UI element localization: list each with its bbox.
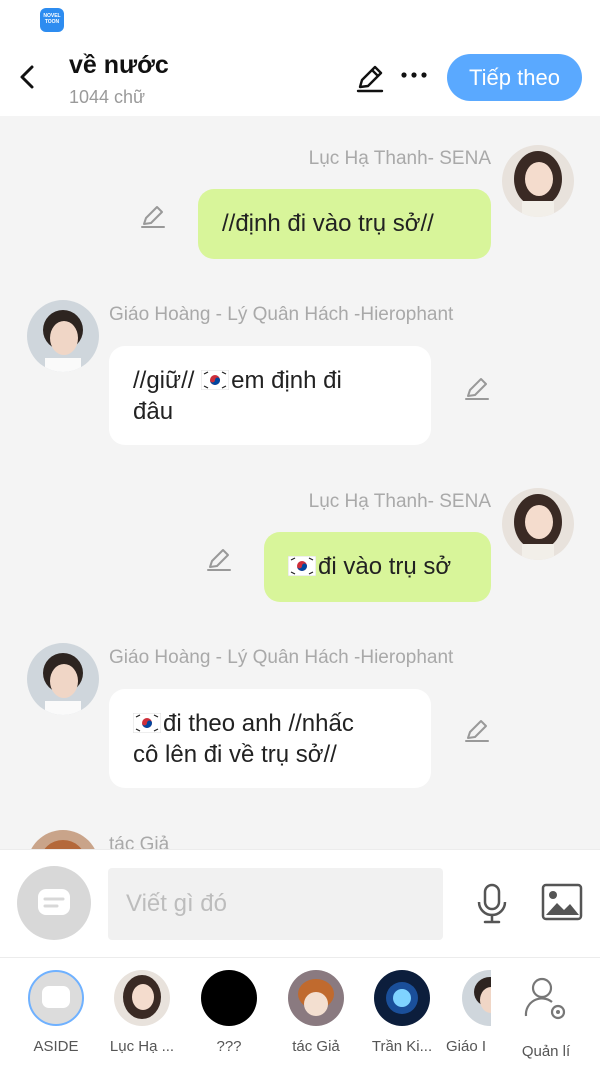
word-count: 1044 chữ	[69, 87, 146, 107]
role-manage[interactable]: Quản lí	[506, 970, 586, 1060]
avatar[interactable]	[27, 300, 99, 372]
aside-toggle-button[interactable]	[17, 866, 91, 940]
message-text: //định đi vào trụ sở//	[222, 210, 434, 237]
message-text: đi vào trụ sở	[318, 553, 452, 580]
sender-name: Giáo Hoàng - Lý Quân Hách -Hierophant	[109, 647, 454, 668]
avatar[interactable]	[27, 830, 99, 849]
novel-toon-logo: NOVEL TOON	[40, 8, 64, 32]
sender-name: tác Giả	[109, 834, 170, 849]
microphone-icon[interactable]	[474, 882, 510, 926]
chat-bubble-icon	[38, 889, 70, 915]
message-text: đi theo anh //nhấc	[133, 708, 407, 739]
role-selector: ASIDE Lục Hạ ... ??? tác Giả Trần Ki... …	[0, 957, 600, 1067]
role-author[interactable]: tác Giả	[276, 970, 356, 1055]
header: về nước 1044 chữ Tiếp theo	[0, 40, 600, 116]
pencil-icon[interactable]	[205, 545, 233, 573]
pencil-icon[interactable]	[354, 62, 386, 94]
role-giao-hoang[interactable]: Giáo I	[441, 970, 491, 1055]
chapter-title: về nước	[69, 51, 169, 79]
avatar[interactable]	[502, 145, 574, 217]
avatar[interactable]	[27, 643, 99, 715]
sender-name: Giáo Hoàng - Lý Quân Hách -Hierophant	[109, 304, 454, 325]
avatar[interactable]	[502, 488, 574, 560]
message-text: cô lên đi về trụ sở//	[133, 741, 337, 768]
role-aside[interactable]: ASIDE	[16, 970, 96, 1055]
more-options-icon[interactable]	[399, 60, 429, 90]
message-bubble[interactable]: đi theo anh //nhấc cô lên đi về trụ sở//	[109, 689, 431, 788]
sender-name: Lục Hạ Thanh- SENA	[308, 491, 491, 512]
role-tran-ki[interactable]: Trần Ki...	[362, 970, 442, 1055]
avatar	[374, 970, 430, 1026]
input-bar	[0, 849, 600, 957]
pencil-icon[interactable]	[139, 202, 167, 230]
next-button[interactable]: Tiếp theo	[447, 54, 582, 101]
message-bubble[interactable]: đi vào trụ sở	[264, 532, 491, 602]
avatar	[114, 970, 170, 1026]
message-input[interactable]	[108, 868, 443, 940]
korea-flag-icon	[133, 713, 161, 733]
pencil-icon[interactable]	[463, 374, 491, 402]
avatar	[462, 970, 491, 1026]
status-bar: NOVEL TOON	[0, 0, 600, 40]
sender-name: Lục Hạ Thanh- SENA	[308, 148, 491, 169]
avatar	[288, 970, 344, 1026]
chat-bubble-icon	[28, 970, 84, 1026]
image-icon[interactable]	[541, 883, 583, 921]
korea-flag-icon	[288, 556, 316, 576]
pencil-icon[interactable]	[463, 716, 491, 744]
message-bubble[interactable]: //định đi vào trụ sở//	[198, 189, 491, 259]
user-settings-icon	[524, 977, 566, 1020]
back-arrow-icon[interactable]	[14, 60, 42, 94]
chat-area[interactable]: Lục Hạ Thanh- SENA //định đi vào trụ sở/…	[0, 116, 600, 849]
message-bubble[interactable]: //giữ// em định đi đâu	[109, 346, 431, 445]
avatar	[201, 970, 257, 1026]
role-luc-ha[interactable]: Lục Hạ ...	[102, 970, 182, 1055]
message-text: //giữ// em định đi	[133, 367, 342, 394]
korea-flag-icon	[201, 370, 230, 390]
message-text: đâu	[133, 398, 174, 425]
role-unknown[interactable]: ???	[189, 970, 269, 1055]
